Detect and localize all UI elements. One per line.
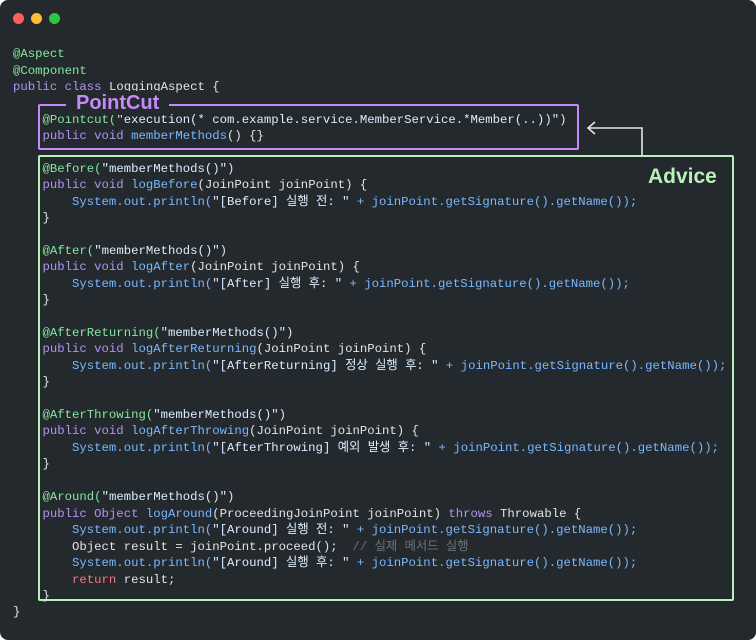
code-window: @Aspect @Component public class LoggingA… (0, 0, 756, 640)
minimize-dot-icon[interactable] (31, 13, 42, 24)
brace: } (13, 605, 21, 619)
annotation-component: @Component (13, 64, 87, 78)
code-line: @Aspect (13, 46, 65, 62)
advice-label: Advice (648, 165, 717, 188)
close-dot-icon[interactable] (13, 13, 24, 24)
code-line: } (13, 604, 20, 620)
pointcut-label: PointCut (66, 91, 170, 115)
code-line: @Component (13, 63, 87, 79)
maximize-dot-icon[interactable] (49, 13, 60, 24)
advice-to-pointcut-arrow-icon (586, 121, 643, 156)
annotation-aspect: @Aspect (13, 47, 65, 61)
advice-highlight-box (38, 155, 734, 601)
